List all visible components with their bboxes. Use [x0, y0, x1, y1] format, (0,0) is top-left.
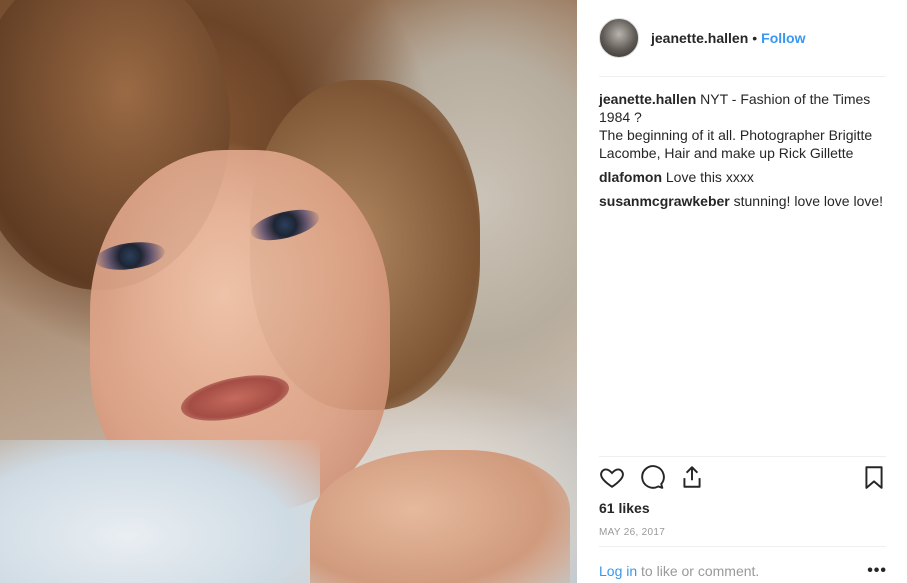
header-divider	[599, 76, 886, 77]
footer-divider	[599, 546, 886, 547]
likes-count[interactable]: 61 likes	[599, 500, 650, 516]
comment-item: jeanette.hallen NYT - Fashion of the Tim…	[599, 90, 886, 162]
action-bar	[599, 464, 886, 494]
photo-sweater	[0, 440, 320, 583]
comment-item: dlafomon Love this xxxx	[599, 168, 886, 186]
heart-icon[interactable]	[599, 464, 625, 490]
post-username[interactable]: jeanette.hallen	[651, 30, 748, 46]
post-photo[interactable]	[0, 0, 577, 583]
comment-author[interactable]: dlafomon	[599, 169, 662, 185]
login-link[interactable]: Log in	[599, 563, 637, 579]
comment-text: Love this xxxx	[665, 169, 754, 185]
actions-divider	[599, 456, 886, 457]
bookmark-icon[interactable]	[861, 464, 887, 490]
comment-text: stunning! love love love!	[733, 193, 884, 209]
login-prompt-text: to like or comment.	[637, 563, 760, 579]
post-date[interactable]: MAY 26, 2017	[599, 527, 665, 538]
comment-author[interactable]: susanmcgrawkeber	[599, 193, 730, 209]
avatar[interactable]	[599, 18, 639, 58]
separator-dot: •	[752, 30, 758, 46]
share-icon[interactable]	[679, 464, 705, 490]
photo-hand	[310, 450, 570, 583]
more-options-icon[interactable]: •••	[867, 562, 887, 580]
comments-list: jeanette.hallen NYT - Fashion of the Tim…	[599, 90, 886, 216]
comment-item: susanmcgrawkeber stunning! love love lov…	[599, 192, 886, 210]
post-header: jeanette.hallen • Follow	[599, 16, 806, 60]
comment-icon[interactable]	[639, 464, 665, 490]
follow-button[interactable]: Follow	[761, 30, 805, 46]
post-panel: jeanette.hallen • Follow jeanette.hallen…	[577, 0, 907, 583]
comment-author[interactable]: jeanette.hallen	[599, 91, 696, 107]
login-prompt: Log in to like or comment.	[599, 563, 886, 579]
